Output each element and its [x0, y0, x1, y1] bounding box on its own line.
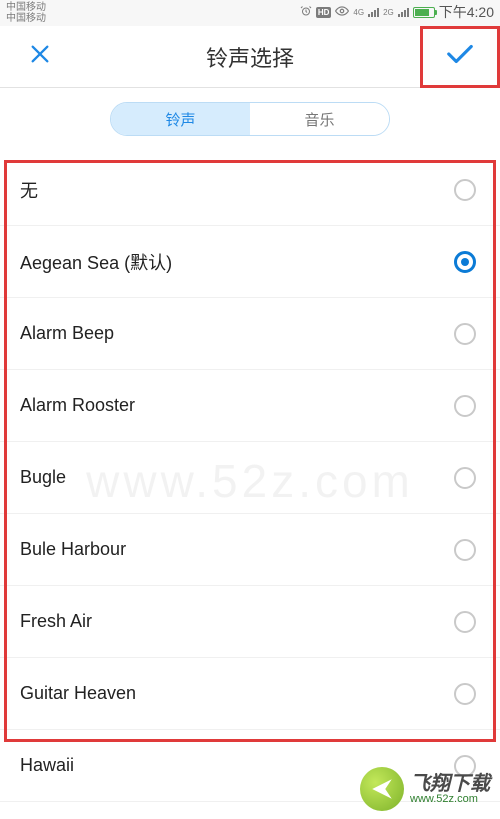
carrier-1: 中国移动	[6, 2, 46, 13]
ringtone-label: Fresh Air	[20, 611, 92, 632]
battery-icon	[413, 7, 435, 18]
close-button[interactable]	[18, 35, 62, 79]
ringtone-row[interactable]: Bugle	[0, 442, 500, 514]
ringtone-label: Aegean Sea (默认)	[20, 249, 172, 275]
status-carriers: 中国移动 中国移动	[6, 2, 46, 24]
ringtone-label: 无	[20, 177, 38, 203]
segmented-control: 铃声 音乐	[110, 102, 390, 136]
ringtone-row[interactable]: Aegean Sea (默认)	[0, 226, 500, 298]
page-title: 铃声选择	[0, 41, 500, 73]
close-icon	[29, 43, 51, 70]
ringtone-list[interactable]: 无 Aegean Sea (默认) Alarm Beep Alarm Rooster B…	[0, 154, 500, 802]
ringtone-row[interactable]: Alarm Rooster	[0, 370, 500, 442]
radio-icon[interactable]	[454, 611, 476, 633]
radio-icon[interactable]	[454, 179, 476, 201]
ringtone-row[interactable]: Fresh Air	[0, 586, 500, 658]
status-right: HD 4G 2G 下午4:20	[300, 2, 494, 22]
tab-music[interactable]: 音乐	[250, 103, 389, 135]
radio-icon[interactable]	[454, 467, 476, 489]
check-icon	[445, 39, 475, 74]
ringtone-label: Alarm Rooster	[20, 395, 135, 416]
footer-url: www.52z.com	[410, 794, 490, 805]
status-time: 下午4:20	[439, 2, 494, 22]
ringtone-label: Alarm Beep	[20, 323, 114, 344]
ringtone-row[interactable]: Guitar Heaven	[0, 658, 500, 730]
ringtone-label: Bugle	[20, 467, 66, 488]
tab-ringtone[interactable]: 铃声	[111, 103, 250, 135]
hd-badge: HD	[316, 7, 332, 18]
confirm-button[interactable]	[438, 35, 482, 79]
ringtone-row[interactable]: Alarm Beep	[0, 298, 500, 370]
network-4g: 4G	[353, 8, 364, 17]
signal-2-icon	[398, 7, 409, 17]
header: 铃声选择	[0, 26, 500, 88]
ringtone-row[interactable]: Bule Harbour	[0, 514, 500, 586]
alarm-icon	[300, 5, 312, 20]
eye-icon	[335, 5, 349, 19]
footer-logo: 飞翔下载 www.52z.com	[360, 767, 490, 811]
ringtone-row[interactable]: 无	[0, 154, 500, 226]
network-2g: 2G	[383, 8, 394, 17]
radio-icon[interactable]	[454, 323, 476, 345]
status-bar: 中国移动 中国移动 HD 4G 2G 下午4:20	[0, 0, 500, 26]
ringtone-label: Hawaii	[20, 755, 74, 776]
radio-icon[interactable]	[454, 539, 476, 561]
ringtone-label: Bule Harbour	[20, 539, 126, 560]
radio-icon[interactable]	[454, 683, 476, 705]
tab-bar: 铃声 音乐	[0, 88, 500, 154]
signal-1-icon	[368, 7, 379, 17]
footer-brand: 飞翔下载	[410, 774, 490, 794]
ringtone-label: Guitar Heaven	[20, 683, 136, 704]
radio-icon[interactable]	[454, 251, 476, 273]
ringtone-list-container: www.52z.com 无 Aegean Sea (默认) Alarm Beep Al…	[0, 154, 500, 802]
logo-icon	[360, 767, 404, 811]
carrier-2: 中国移动	[6, 13, 46, 24]
radio-icon[interactable]	[454, 395, 476, 417]
